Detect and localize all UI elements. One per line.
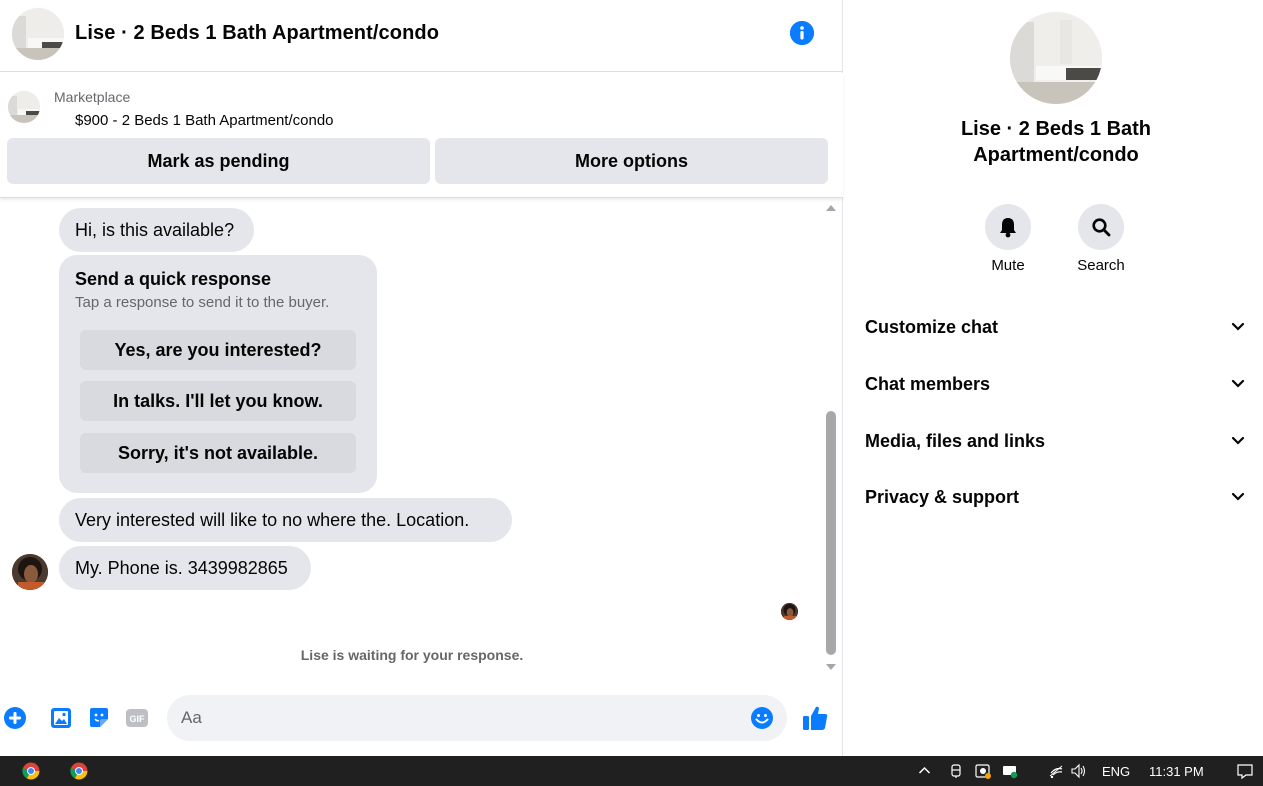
quick-response-not-available-button[interactable]: Sorry, it's not available. bbox=[80, 433, 356, 473]
scroll-up-arrow-icon[interactable] bbox=[826, 205, 836, 211]
image-icon[interactable] bbox=[49, 706, 73, 730]
chrome-icon[interactable] bbox=[22, 762, 40, 780]
conversation-avatar-large[interactable] bbox=[1010, 12, 1102, 104]
read-receipt-avatar bbox=[781, 603, 798, 620]
section-chat-members[interactable]: Chat members bbox=[852, 359, 1253, 409]
chat-pane: Lise · 2 Beds 1 Bath Apartment/condo Mar… bbox=[0, 0, 843, 756]
chevron-up-icon[interactable] bbox=[918, 765, 931, 775]
chevron-down-icon bbox=[1231, 492, 1245, 501]
system-tray-app-icon[interactable] bbox=[975, 763, 991, 779]
info-icon[interactable] bbox=[790, 21, 814, 45]
conversation-title: Lise · 2 Beds 1 Bath Apartment/condo bbox=[75, 22, 440, 44]
windows-taskbar: ENG 11:31 PM bbox=[0, 756, 1263, 786]
chevron-down-icon bbox=[1231, 436, 1245, 445]
message-input[interactable] bbox=[181, 695, 741, 741]
language-indicator[interactable]: ENG bbox=[1102, 764, 1130, 779]
section-label: Privacy & support bbox=[865, 487, 1020, 507]
sender-avatar[interactable] bbox=[12, 554, 48, 590]
message-bubble[interactable]: My. Phone is. 3439982865 bbox=[59, 546, 311, 590]
section-privacy-support[interactable]: Privacy & support bbox=[852, 472, 1253, 522]
more-options-button[interactable]: More options bbox=[435, 138, 828, 184]
message-composer: GIF bbox=[0, 690, 843, 746]
wifi-icon[interactable] bbox=[1048, 763, 1064, 779]
chevron-down-icon bbox=[1231, 322, 1245, 331]
chevron-down-icon bbox=[1231, 379, 1245, 388]
waiting-status-text: Lise is waiting for your response. bbox=[300, 647, 524, 663]
quick-response-in-talks-button[interactable]: In talks. I'll let you know. bbox=[80, 381, 356, 421]
like-icon[interactable] bbox=[801, 704, 829, 732]
message-bubble[interactable]: Very interested will like to no where th… bbox=[59, 498, 512, 542]
display-icon[interactable] bbox=[1002, 763, 1018, 779]
mark-as-pending-button[interactable]: Mark as pending bbox=[7, 138, 430, 184]
sticker-icon[interactable] bbox=[87, 706, 111, 730]
gif-label: GIF bbox=[130, 714, 146, 724]
search-icon bbox=[1078, 204, 1124, 250]
search-label: Search bbox=[1077, 257, 1125, 274]
scrollbar-thumb[interactable] bbox=[826, 411, 836, 655]
listing-thumbnail[interactable] bbox=[8, 91, 40, 123]
plus-icon[interactable] bbox=[3, 706, 27, 730]
section-media-files-links[interactable]: Media, files and links bbox=[852, 416, 1253, 466]
message-thread[interactable]: Hi, is this available? Send a quick resp… bbox=[0, 198, 824, 680]
listing-summary[interactable]: $900 - 2 Beds 1 Bath Apartment/condo bbox=[75, 112, 334, 129]
quick-response-yes-button[interactable]: Yes, are you interested? bbox=[80, 330, 356, 370]
conversation-name: Lise · 2 Beds 1 Bath Apartment/condo bbox=[960, 118, 1152, 166]
section-label: Customize chat bbox=[865, 317, 999, 337]
chat-header: Lise · 2 Beds 1 Bath Apartment/condo bbox=[0, 0, 843, 72]
notification-icon[interactable] bbox=[1236, 762, 1254, 780]
bell-icon bbox=[985, 204, 1031, 250]
message-input-container bbox=[167, 695, 787, 741]
scroll-down-arrow-icon[interactable] bbox=[826, 664, 836, 670]
quick-response-card: Send a quick response Tap a response to … bbox=[59, 255, 377, 493]
clock[interactable]: 11:31 PM bbox=[1149, 764, 1204, 779]
section-label: Chat members bbox=[865, 374, 991, 394]
volume-icon[interactable] bbox=[1070, 763, 1086, 779]
quick-response-title: Send a quick response bbox=[75, 269, 272, 289]
gif-icon[interactable]: GIF bbox=[125, 706, 149, 730]
section-customize-chat[interactable]: Customize chat bbox=[852, 302, 1253, 352]
conversation-avatar[interactable] bbox=[12, 8, 64, 60]
quick-response-subtitle: Tap a response to send it to the buyer. bbox=[75, 294, 330, 311]
message-bubble[interactable]: Hi, is this available? bbox=[59, 208, 254, 252]
message-scrollbar[interactable] bbox=[824, 198, 838, 680]
pen-icon[interactable] bbox=[948, 763, 964, 779]
mute-label: Mute bbox=[991, 257, 1025, 274]
search-button[interactable]: Search bbox=[1061, 204, 1141, 274]
conversation-info-panel: Lise · 2 Beds 1 Bath Apartment/condo Mut… bbox=[844, 0, 1263, 756]
section-label: Media, files and links bbox=[865, 431, 1046, 451]
mute-button[interactable]: Mute bbox=[968, 204, 1048, 274]
marketplace-listing-bar: Marketplace $900 - 2 Beds 1 Bath Apartme… bbox=[0, 73, 843, 198]
listing-source-label: Marketplace bbox=[54, 89, 131, 105]
chrome-icon[interactable] bbox=[70, 762, 88, 780]
emoji-icon[interactable] bbox=[750, 706, 774, 730]
